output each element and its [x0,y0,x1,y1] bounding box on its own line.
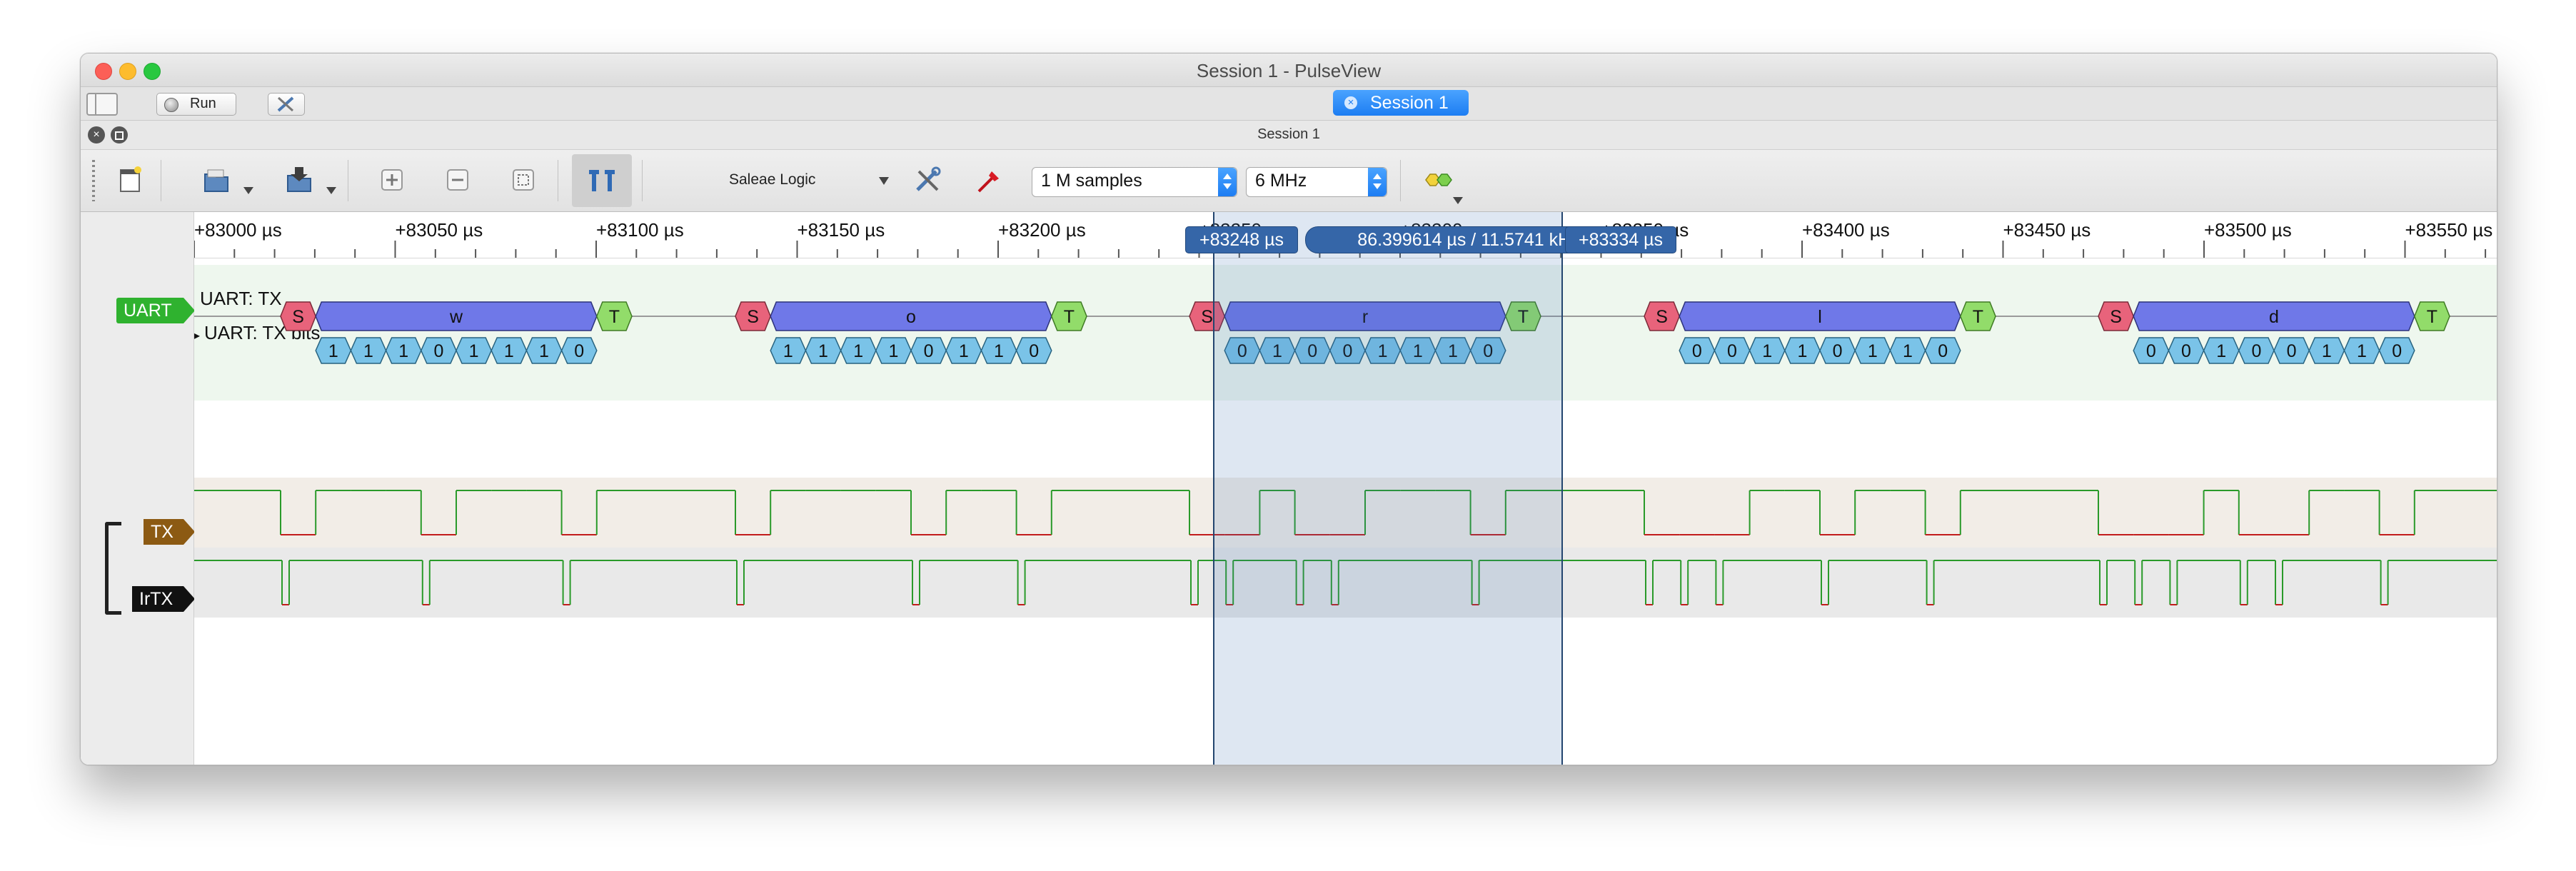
bit-value-label: 1 [363,341,373,361]
open-file-icon[interactable] [201,164,232,196]
new-view-icon[interactable] [114,164,145,196]
bit-value-label: 1 [328,341,338,361]
stop-bit-label: T [609,307,620,327]
stop-bit-label: T [1064,307,1075,327]
stop-bit-label: T [2427,307,2437,327]
stop-bit-label: T [1973,307,1983,327]
device-dropdown-caret-icon[interactable] [879,177,889,185]
start-bit-label: S [747,307,759,327]
trace-view: UART TX IrTX +83000 µs +83050 µs +83100 µs… [81,212,2497,765]
bit-value-label: 0 [1029,341,1039,361]
bit-value-label: 1 [2357,341,2367,361]
bit-value-label: 1 [1762,341,1772,361]
bit-value-label: 0 [1692,341,1702,361]
bit-value-label: 1 [1797,341,1807,361]
bit-value-label: 0 [2392,341,2402,361]
tab-close-icon[interactable]: × [1344,96,1357,109]
waveform-area[interactable]: +83000 µs +83050 µs +83100 µs +83150 µs +832… [194,212,2497,765]
pulseview-window: Session 1 - PulseView Run × Session 1 × … [80,53,2497,765]
toolbar-separator [1400,160,1401,201]
start-bit-label: S [1656,307,1668,327]
bit-value-label: 1 [2322,341,2332,361]
title-bar: Session 1 - PulseView [81,54,2497,87]
session-header: × Session 1 [81,121,2497,150]
channel-header-panel: UART TX IrTX [81,212,195,765]
run-button-label: Run [190,96,216,111]
data-char-label: w [449,307,463,327]
open-menu-caret-icon[interactable] [243,187,253,194]
start-bit-label: S [1201,307,1213,327]
data-char-label: l [1818,307,1822,327]
bit-value-label: 0 [1833,341,1843,361]
zoom-out-icon[interactable] [442,164,473,196]
bit-value-label: 0 [2287,341,2297,361]
configure-device-icon[interactable] [912,164,943,196]
channel-label-irtx[interactable]: IrTX [132,586,195,612]
bit-value-label: 1 [1903,341,1913,361]
save-file-icon[interactable] [283,164,315,196]
start-bit-label: S [2110,307,2122,327]
bit-value-label: 0 [1727,341,1737,361]
bit-value-label: 0 [574,341,584,361]
bit-value-label: 1 [1868,341,1878,361]
bit-value-label: 0 [433,341,443,361]
toolbar-separator [642,160,643,201]
channel-label-tx[interactable]: TX [144,519,195,545]
cursor-left-marker[interactable]: +83248 µs [1185,226,1298,253]
sample-count-value: 1 M samples [1041,171,1142,191]
cursor-toggle-button[interactable] [572,154,632,207]
bit-value-label: 1 [539,341,549,361]
zoom-fit-icon[interactable] [508,164,539,196]
device-selector[interactable]: Saleae Logic [729,171,815,188]
session-tab-bar: Run × Session 1 [81,87,2497,121]
bit-value-label: 1 [853,341,863,361]
measurement-selection[interactable] [1213,212,1563,765]
bit-value-label: 1 [469,341,479,361]
probe-icon[interactable] [973,164,1005,196]
channel-label-uart[interactable]: UART [116,298,195,323]
samplerate-select[interactable]: 6 MHz [1246,167,1387,197]
sample-count-select[interactable]: 1 M samples [1032,167,1237,197]
run-indicator-icon [164,98,178,112]
bit-value-label: 0 [924,341,934,361]
bit-value-label: 1 [2216,341,2226,361]
run-button[interactable]: Run [156,93,236,116]
bit-value-label: 1 [994,341,1004,361]
bit-value-label: 0 [2146,341,2156,361]
main-toolbar: Saleae Logic 1 M samples 6 MHz [81,150,2497,212]
tools-icon [277,96,294,112]
tab-label: Session 1 [1370,93,1449,113]
bit-value-label: 0 [1938,341,1948,361]
bit-value-label: 0 [2251,341,2261,361]
bit-value-label: 1 [959,341,969,361]
cursor-right-marker[interactable]: +83334 µs [1565,226,1676,253]
bit-value-label: 1 [888,341,898,361]
zoom-in-icon[interactable] [376,164,408,196]
toolbar-grip [92,160,95,201]
add-decoder-icon[interactable] [1422,164,1453,196]
sidebar-toggle-icon[interactable] [86,93,118,116]
sample-count-stepper-icon[interactable] [1218,168,1237,196]
bit-value-label: 1 [783,341,793,361]
samplerate-value: 6 MHz [1255,171,1307,191]
session-title: Session 1 [1257,126,1320,142]
add-decoder-caret-icon[interactable] [1453,197,1463,204]
bit-value-label: 0 [2181,341,2191,361]
window-title: Session 1 - PulseView [1196,60,1382,81]
tab-session-1[interactable]: × Session 1 [1333,90,1469,116]
start-bit-label: S [292,307,304,327]
cursor-icon [589,170,615,191]
data-char-label: o [906,307,916,327]
channel-group-bracket [105,522,121,615]
save-menu-caret-icon[interactable] [326,187,336,194]
bit-value-label: 1 [504,341,514,361]
settings-button[interactable] [268,93,305,116]
bit-value-label: 1 [818,341,828,361]
data-char-label: d [2269,307,2279,327]
bit-value-label: 1 [398,341,408,361]
samplerate-stepper-icon[interactable] [1368,168,1387,196]
